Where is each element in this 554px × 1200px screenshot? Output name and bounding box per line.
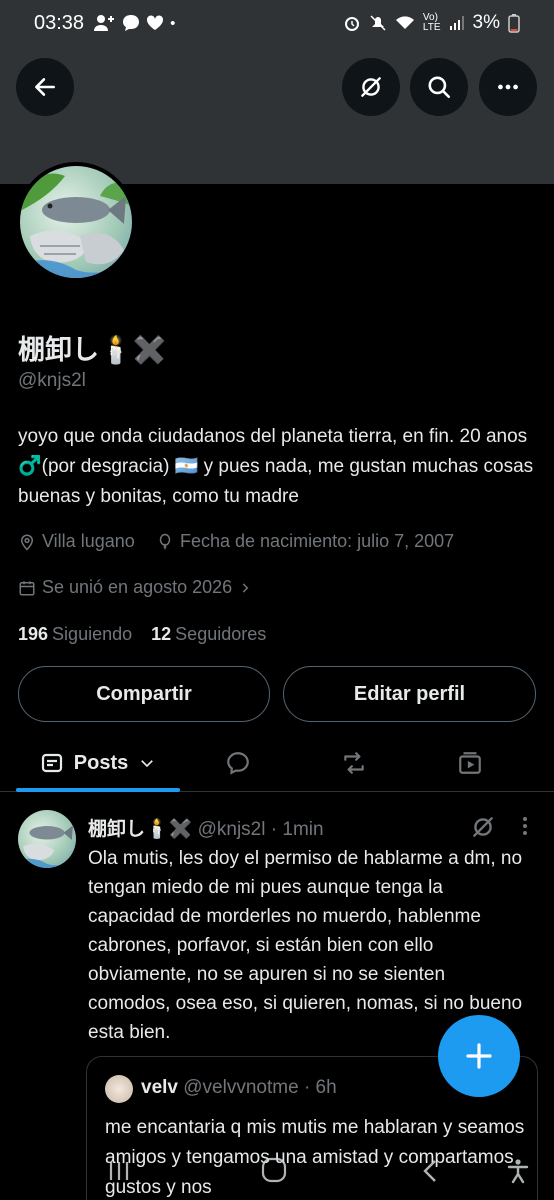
fish-avatar-image xyxy=(18,825,76,868)
heart-notification-icon xyxy=(147,15,164,30)
birthday-text: Fecha de nacimiento: julio 7, 2007 xyxy=(180,531,455,551)
post-avatar[interactable] xyxy=(18,810,76,868)
reply-bubble-icon xyxy=(227,752,249,775)
home-icon[interactable] xyxy=(260,1156,288,1184)
tab-media[interactable] xyxy=(440,734,500,792)
edit-profile-label: Editar perfil xyxy=(353,682,466,705)
arrow-left-icon xyxy=(35,78,55,96)
post-author-name[interactable]: 棚卸し🕯️✖️ xyxy=(88,819,192,840)
more-options-button[interactable] xyxy=(479,58,537,116)
share-profile-label: Compartir xyxy=(96,682,192,705)
post-more-icon[interactable] xyxy=(514,814,536,838)
accessibility-icon[interactable] xyxy=(506,1158,530,1184)
following-count: 196 xyxy=(18,624,49,644)
more-horizontal-icon xyxy=(498,84,518,90)
post-text: Ola mutis, les doy el permiso de hablarm… xyxy=(88,848,523,1043)
joined-text: Se unió en agosto 2026 xyxy=(42,577,233,597)
tab-replies[interactable] xyxy=(208,734,268,792)
system-nav-bar xyxy=(0,1150,554,1200)
tab-posts-label: Posts xyxy=(73,751,129,774)
chevron-right-icon xyxy=(242,582,249,593)
active-tab-indicator xyxy=(16,788,180,792)
status-bar: 03:38 • Vo) LTE 3% xyxy=(0,0,554,46)
edit-profile-button[interactable]: Editar perfil xyxy=(283,666,536,722)
fish-avatar-image xyxy=(20,173,132,278)
profile-handle: @knjs2l xyxy=(18,370,86,391)
signal-icon xyxy=(449,16,464,30)
volte-icon: Vo) LTE xyxy=(422,12,441,33)
plus-icon xyxy=(466,1043,492,1069)
compose-post-button[interactable] xyxy=(438,1015,520,1097)
tab-posts[interactable]: Posts xyxy=(16,734,180,792)
back-nav-icon[interactable] xyxy=(420,1158,440,1184)
battery-percent: 3% xyxy=(472,12,500,33)
profile-birthday: Fecha de nacimiento: julio 7, 2007 xyxy=(156,531,454,552)
profile-bio: yoyo que onda ciudadanos del planeta tie… xyxy=(18,426,534,507)
post-time: · 1min xyxy=(270,819,324,840)
calendar-icon xyxy=(19,580,35,595)
following-link[interactable]: 196 Siguiendo xyxy=(18,624,132,644)
quote-avatar xyxy=(105,1075,133,1103)
following-label: Siguiendo xyxy=(52,624,133,644)
mute-icon xyxy=(370,15,386,31)
profile-location: Villa lugano xyxy=(18,531,135,552)
media-icon xyxy=(459,752,481,774)
battery-icon xyxy=(508,14,520,33)
dot-icon: • xyxy=(170,14,176,32)
search-button[interactable] xyxy=(410,58,468,116)
quote-author-name: velv xyxy=(141,1077,178,1098)
balloon-icon xyxy=(159,533,171,549)
share-profile-button[interactable]: Compartir xyxy=(18,666,270,722)
add-person-notification-icon xyxy=(94,15,115,31)
followers-link[interactable]: 12 Seguidores xyxy=(151,624,266,644)
grok-icon[interactable] xyxy=(470,814,496,840)
location-text: Villa lugano xyxy=(42,531,135,551)
profile-avatar[interactable] xyxy=(16,162,136,282)
grok-icon xyxy=(361,77,381,97)
status-time: 03:38 xyxy=(34,11,85,34)
posts-icon xyxy=(41,753,62,773)
post-header: 棚卸し🕯️✖️ @knjs2l · 1min xyxy=(88,814,324,841)
post-author-handle[interactable]: @knjs2l xyxy=(198,819,266,840)
profile-name: 棚卸し🕯️✖️ xyxy=(18,335,167,365)
repost-icon xyxy=(344,752,364,774)
tab-reposts[interactable] xyxy=(324,734,384,792)
follow-stats: 196 Siguiendo 12 Seguidores xyxy=(18,624,266,645)
wifi-icon xyxy=(395,16,414,29)
followers-count: 12 xyxy=(151,624,172,644)
quote-header: velv @velvvnotme · 6h xyxy=(141,1077,337,1099)
chevron-down-icon xyxy=(141,760,154,768)
alarm-icon xyxy=(344,17,359,31)
quote-author-handle: @velvvnotme xyxy=(183,1077,299,1098)
followers-label: Seguidores xyxy=(175,624,267,644)
back-button[interactable] xyxy=(16,58,74,116)
grok-button[interactable] xyxy=(342,58,400,116)
recent-apps-icon[interactable] xyxy=(106,1158,132,1184)
quote-time: · 6h xyxy=(303,1077,337,1098)
chat-notification-icon xyxy=(123,15,140,31)
search-icon xyxy=(428,76,451,99)
profile-joined[interactable]: Se unió en agosto 2026 xyxy=(18,577,252,598)
profile-tabs: Posts xyxy=(0,734,554,792)
location-pin-icon xyxy=(20,534,34,551)
